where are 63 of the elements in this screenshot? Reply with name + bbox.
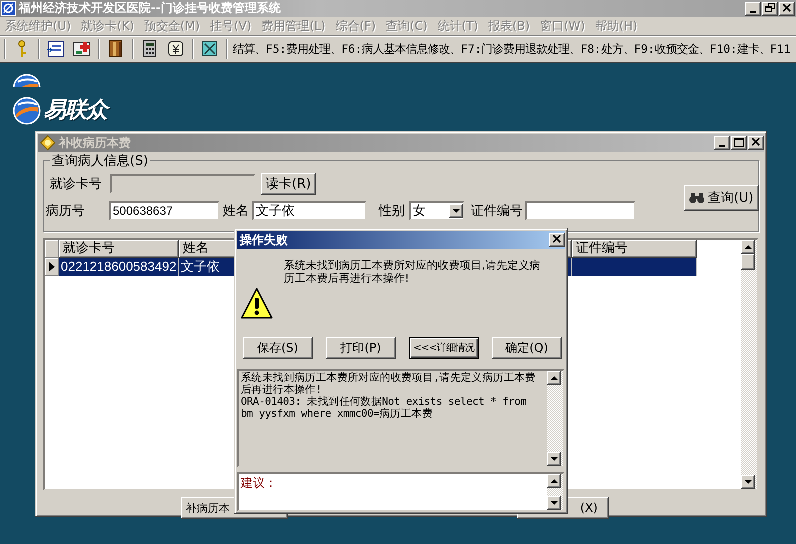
row-pointer-icon xyxy=(49,262,55,272)
scrollbar[interactable] xyxy=(547,371,563,466)
dialog-button[interactable]: 打印(P) xyxy=(326,337,396,359)
scroll-down-button[interactable] xyxy=(547,452,561,466)
dialog-title: 操作失败 xyxy=(240,232,289,248)
minimize-button[interactable] xyxy=(745,2,761,16)
table-cell: 0221218600583492 xyxy=(59,258,179,276)
column-header[interactable]: 证件编号 xyxy=(572,240,697,258)
suggestion-label: 建议： xyxy=(241,476,277,490)
close-button[interactable] xyxy=(748,136,764,150)
query-button[interactable]: 查询(U) xyxy=(684,185,759,211)
app-icon xyxy=(1,1,16,16)
id-number-field[interactable] xyxy=(525,201,636,221)
minimize-icon xyxy=(750,10,756,12)
column-header[interactable]: 就诊卡号 xyxy=(59,240,179,258)
field-label: 姓名 xyxy=(223,203,249,220)
maximize-button[interactable] xyxy=(731,136,747,150)
name-field[interactable]: 文子依 xyxy=(252,201,367,221)
record-number-field[interactable]: 500638637 xyxy=(109,201,220,221)
window-title: 福州经济技术开发区医院--门诊挂号收费管理系统 xyxy=(19,0,282,17)
brand-logo-text: 易联众 xyxy=(44,96,113,126)
detail-text: ORA-01403: 未找到任何数据Not exists select * from bm_yysfxm where xmmc00=病历工本费 xyxy=(241,396,528,420)
suggestion-text-area[interactable]: 建议： xyxy=(237,472,565,512)
minimize-icon xyxy=(719,145,725,147)
binoculars-icon xyxy=(689,192,705,204)
scrollbar[interactable] xyxy=(741,240,757,489)
field-label: 病历号 xyxy=(46,203,86,220)
currency-icon[interactable] xyxy=(166,39,186,59)
close-icon xyxy=(783,4,791,12)
scrollbar[interactable] xyxy=(547,474,563,510)
scroll-up-button[interactable] xyxy=(547,371,561,385)
field-label: 就诊卡号 xyxy=(50,176,103,193)
dialog-button[interactable]: <<<详细情况 xyxy=(409,337,479,359)
dialog-button[interactable]: 保存(S) xyxy=(243,337,313,359)
group-title: 查询病人信息(S) xyxy=(50,152,150,170)
maximize-icon xyxy=(734,138,744,146)
dialog-button[interactable]: 确定(Q) xyxy=(492,337,562,359)
warning-icon xyxy=(240,287,274,321)
shortcut-hint: 结算、F5:费用处理、F6:病人基本信息修改、F7:门诊费用退款处理、F8:处方、F9:收预交金、F10:建卡、F11 xyxy=(233,42,791,56)
child-window-title: 补收病历本费 xyxy=(59,134,132,152)
restore-button[interactable] xyxy=(762,2,778,16)
close-button[interactable] xyxy=(779,2,795,16)
field-label: 性别 xyxy=(379,203,405,220)
field-label: 证件编号 xyxy=(471,203,523,220)
detail-text-area[interactable]: 系统未找到病历工本费所对应的收费项目,请先定义病历工本费后再进行本操作! ORA-01403: 未找到任何数据Not exists select * from bm_yysfxm where xmmc00=病历工本费 xyxy=(237,369,565,468)
close-box-icon[interactable] xyxy=(200,39,220,59)
read-card-button[interactable]: 读卡(R) xyxy=(261,173,316,195)
close-icon xyxy=(553,235,561,243)
sex-dropdown[interactable]: 女 xyxy=(409,201,465,221)
scroll-down-button[interactable] xyxy=(741,475,755,489)
scroll-up-button[interactable] xyxy=(741,240,755,254)
minimize-button[interactable] xyxy=(714,136,730,150)
scroll-up-button[interactable] xyxy=(547,474,561,488)
scroll-down-button[interactable] xyxy=(547,496,561,510)
medical-card-icon[interactable] xyxy=(72,39,92,59)
close-icon xyxy=(752,138,760,146)
window-icon xyxy=(40,135,56,151)
row-indicator[interactable] xyxy=(45,258,59,276)
close-button[interactable] xyxy=(549,233,565,247)
card-icon[interactable] xyxy=(46,39,66,59)
detail-text: 系统未找到病历工本费所对应的收费项目,请先定义病历工本费后再进行本操作! xyxy=(241,372,537,396)
restore-icon xyxy=(765,3,775,12)
scroll-thumb[interactable] xyxy=(741,254,755,270)
